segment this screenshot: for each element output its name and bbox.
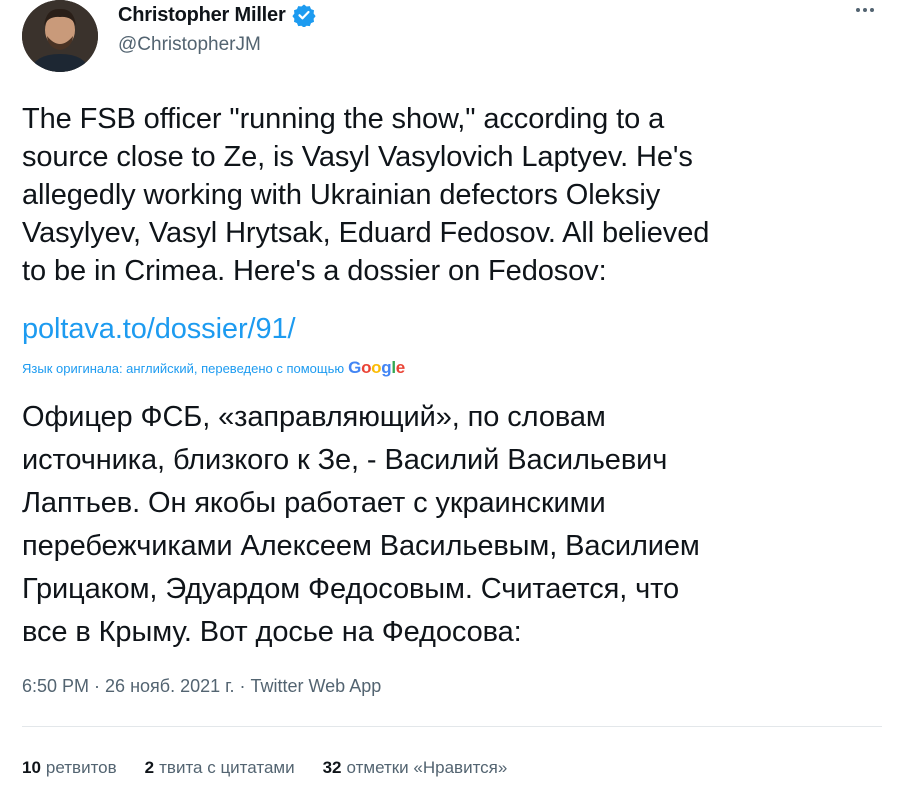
more-options-icon[interactable] [856,8,874,12]
more-dot [870,8,874,12]
meta-separator: · [239,676,246,696]
user-avatar-icon [22,0,98,72]
translated-text: Офицер ФСБ, «заправляющий», по словам ис… [22,401,700,648]
author-handle[interactable]: @ChristopherJM [118,34,316,56]
tweet-meta: 6:50 PM · 26 нояб. 2021 г. · Twitter Web… [22,676,381,697]
tweet-source[interactable]: Twitter Web App [251,676,382,697]
tweet-text: The FSB officer "running the show," acco… [22,103,710,287]
divider [22,726,882,727]
retweets-count: 10 [22,758,41,777]
retweets-stat[interactable]: 10 ретвитов [22,758,117,778]
likes-count: 32 [322,758,342,777]
google-logo[interactable]: Google [348,358,405,378]
verified-badge-icon [291,3,316,28]
translation-note: Язык оригинала: английский, переведено с… [22,358,405,378]
translation-note-text: Язык оригинала: английский, переведено с… [22,361,345,376]
tweet-stats: 10 ретвитов 2 твита с цитатами 32 отметк… [22,758,507,778]
author-name-row: Christopher Miller [118,2,316,28]
avatar[interactable] [22,0,98,72]
meta-separator: · [94,676,101,696]
quotes-label: твита с цитатами [159,758,295,777]
likes-stat[interactable]: 32 отметки «Нравится» [323,758,508,778]
quotes-stat[interactable]: 2 твита с цитатами [145,758,295,778]
tweet-date[interactable]: 26 нояб. 2021 г. [105,676,234,697]
author-display-name[interactable]: Christopher Miller [118,4,286,27]
more-dot [863,8,867,12]
more-dot [856,8,860,12]
tweet-link[interactable]: poltava.to/dossier/91/ [22,310,296,348]
retweets-label: ретвитов [45,758,117,777]
likes-label: отметки «Нравится» [346,758,508,777]
quotes-count: 2 [144,758,155,777]
tweet-time[interactable]: 6:50 PM [22,676,89,697]
tweet-card: Christopher Miller @ChristopherJM The FS… [0,0,900,802]
author-block: Christopher Miller @ChristopherJM [118,2,316,56]
